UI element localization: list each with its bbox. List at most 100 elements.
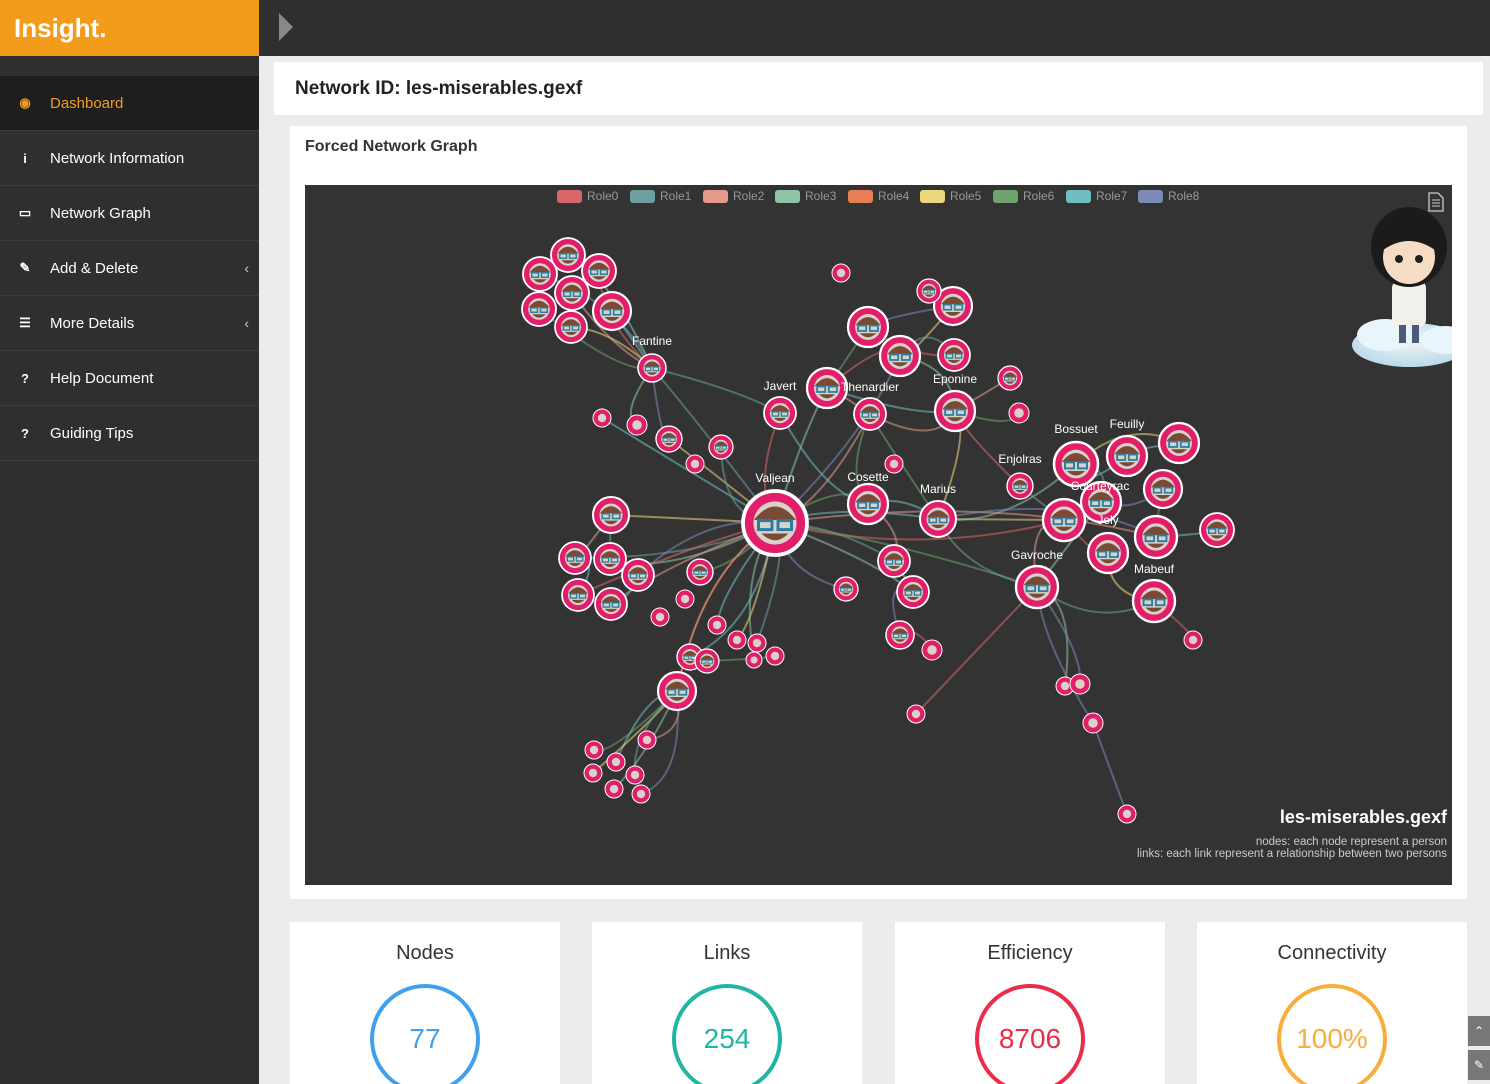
graph-node[interactable]: Bossuet	[1052, 422, 1100, 488]
node-label: Courfeyrac	[1071, 479, 1130, 493]
graph-node[interactable]	[631, 784, 651, 804]
graph-node[interactable]	[592, 496, 630, 534]
graph-node[interactable]	[621, 558, 655, 592]
graph-node[interactable]	[745, 651, 763, 669]
graph-node[interactable]	[591, 290, 633, 332]
graph-node[interactable]	[921, 639, 943, 661]
graph-node[interactable]	[1082, 712, 1104, 734]
graph-node[interactable]	[522, 256, 558, 292]
sidebar-toggle-icon[interactable]	[279, 13, 293, 41]
graph-node[interactable]	[694, 648, 720, 674]
graph-node[interactable]	[592, 408, 612, 428]
graph-node[interactable]	[656, 670, 698, 712]
dashboard-icon: ◉	[19, 95, 31, 110]
graph-node[interactable]: Valjean	[741, 471, 809, 557]
legend-item[interactable]: Role7	[1066, 189, 1128, 203]
graph-node[interactable]	[650, 607, 670, 627]
legend-item[interactable]: Role2	[703, 189, 765, 203]
graph-node[interactable]: Enjolras	[998, 452, 1042, 500]
graph-node[interactable]: Marius	[919, 482, 957, 538]
graph-node[interactable]: Feuilly	[1105, 417, 1149, 478]
graph-node[interactable]	[877, 544, 911, 578]
edit-float-button[interactable]: ✎	[1468, 1050, 1490, 1080]
graph-node[interactable]	[606, 752, 626, 772]
sidebar-item-more-details[interactable]: ☰ More Details ‹	[0, 296, 259, 351]
graph-node[interactable]	[878, 334, 922, 378]
graph-node[interactable]	[1133, 514, 1179, 560]
sidebar-item-help-document[interactable]: ? Help Document	[0, 351, 259, 406]
legend-item[interactable]: Role3	[775, 189, 837, 203]
graph-node[interactable]	[765, 646, 785, 666]
graph-node[interactable]	[637, 730, 657, 750]
graph-node[interactable]	[625, 765, 645, 785]
graph-node[interactable]	[997, 365, 1023, 391]
graph-node[interactable]	[727, 630, 747, 650]
graph-node[interactable]	[885, 620, 915, 650]
graph-node[interactable]	[675, 589, 695, 609]
stat-label: Connectivity	[1277, 942, 1387, 964]
graph-node[interactable]: Cosette	[846, 470, 890, 526]
graph-node[interactable]	[937, 338, 971, 372]
graph-node[interactable]	[1008, 402, 1030, 424]
graph-node[interactable]	[708, 434, 734, 460]
graph-node[interactable]	[561, 578, 595, 612]
sidebar-item-network-information[interactable]: i Network Information	[0, 131, 259, 186]
sidebar-item-add-delete[interactable]: ✎ Add & Delete ‹	[0, 241, 259, 296]
graph-node[interactable]	[916, 278, 942, 304]
graph-node[interactable]	[554, 310, 588, 344]
node-label: Marius	[920, 482, 956, 496]
graph-node[interactable]: Gavroche	[1011, 548, 1063, 610]
graph-node[interactable]	[906, 704, 926, 724]
brand-logo[interactable]: Insight.	[0, 0, 259, 56]
graph-node[interactable]	[626, 414, 648, 436]
graph-node[interactable]	[1157, 421, 1201, 465]
sidebar-item-network-graph[interactable]: ▭ Network Graph	[0, 186, 259, 241]
edit-icon: ✎	[19, 260, 31, 275]
graph-node[interactable]	[896, 575, 930, 609]
graph-node[interactable]	[846, 305, 890, 349]
legend-swatch	[1066, 190, 1091, 203]
stat-card-links: Links 254	[592, 922, 862, 1084]
graph-node[interactable]	[884, 454, 904, 474]
graph-node[interactable]	[655, 425, 683, 453]
graph-node[interactable]	[1199, 512, 1235, 548]
graph-node[interactable]	[604, 779, 624, 799]
graph-node[interactable]	[554, 275, 590, 311]
graph-node[interactable]	[584, 740, 604, 760]
graph-node[interactable]	[521, 291, 557, 327]
graph-node[interactable]	[831, 263, 851, 283]
sidebar-item-guiding-tips[interactable]: ? Guiding Tips	[0, 406, 259, 461]
graph-node[interactable]	[747, 633, 767, 653]
graph-node[interactable]: Eponine	[933, 372, 977, 433]
graph-node[interactable]	[1183, 630, 1203, 650]
legend-item[interactable]: Role6	[993, 189, 1055, 203]
graph-node[interactable]	[581, 253, 617, 289]
legend-item[interactable]: Role4	[848, 189, 910, 203]
legend-item[interactable]: Role8	[1138, 189, 1200, 203]
legend-item[interactable]: Role1	[630, 189, 692, 203]
save-image-icon[interactable]	[1428, 192, 1444, 212]
graph-node[interactable]	[583, 763, 603, 783]
graph-node[interactable]	[558, 541, 592, 575]
list-icon: ☰	[19, 315, 31, 330]
network-graph[interactable]: Role0 Role1 Role2 Role3 Role4 Role5 Role6 Role7…	[305, 185, 1452, 885]
graph-node[interactable]	[593, 542, 627, 576]
graph-node[interactable]	[707, 615, 727, 635]
graph-node[interactable]: Fantine	[632, 334, 672, 383]
graph-node[interactable]	[686, 558, 714, 586]
graph-node[interactable]	[685, 454, 705, 474]
graph-node[interactable]: Javert	[763, 379, 797, 430]
legend-item[interactable]: Role0	[557, 189, 619, 203]
graph-node[interactable]	[833, 576, 859, 602]
graph-node[interactable]	[1069, 673, 1091, 695]
graph-node[interactable]: Mabeuf	[1131, 562, 1177, 624]
graph-node[interactable]	[1117, 804, 1137, 824]
legend-item[interactable]: Role5	[920, 189, 982, 203]
graph-node[interactable]	[1142, 468, 1184, 510]
legend-label: Role1	[660, 189, 692, 203]
scroll-to-top-button[interactable]: ⌃	[1468, 1016, 1490, 1046]
network-graph-canvas[interactable]: Role0 Role1 Role2 Role3 Role4 Role5 Role6 Role7…	[305, 185, 1452, 885]
sidebar-item-dashboard[interactable]: ◉ Dashboard	[0, 76, 259, 131]
node-label: Javert	[764, 379, 797, 393]
graph-node[interactable]	[594, 587, 628, 621]
